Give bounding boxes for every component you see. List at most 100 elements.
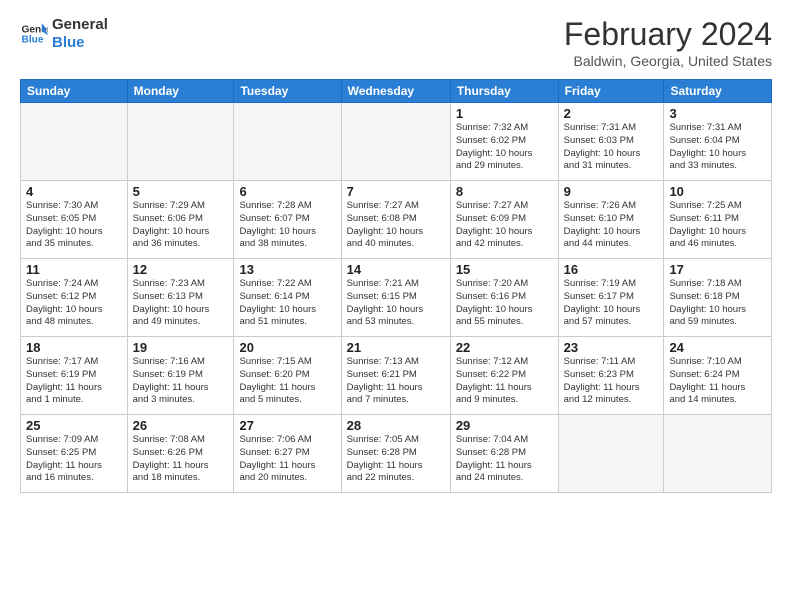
cell-1-6: 2Sunrise: 7:31 AMSunset: 6:03 PMDaylight… [558, 103, 664, 181]
cell-3-5: 15Sunrise: 7:20 AMSunset: 6:16 PMDayligh… [450, 259, 558, 337]
day-info-22: Sunrise: 7:12 AMSunset: 6:22 PMDaylight:… [456, 356, 553, 407]
title-block: February 2024 Baldwin, Georgia, United S… [564, 16, 772, 69]
day-number-23: 23 [564, 340, 659, 355]
day-info-21: Sunrise: 7:13 AMSunset: 6:21 PMDaylight:… [347, 356, 445, 407]
day-number-9: 9 [564, 184, 659, 199]
cell-4-2: 19Sunrise: 7:16 AMSunset: 6:19 PMDayligh… [127, 337, 234, 415]
cell-4-5: 22Sunrise: 7:12 AMSunset: 6:22 PMDayligh… [450, 337, 558, 415]
day-number-26: 26 [133, 418, 229, 433]
cell-5-7 [664, 415, 772, 493]
header-saturday: Saturday [664, 80, 772, 103]
day-info-18: Sunrise: 7:17 AMSunset: 6:19 PMDaylight:… [26, 356, 122, 407]
cell-3-6: 16Sunrise: 7:19 AMSunset: 6:17 PMDayligh… [558, 259, 664, 337]
day-number-2: 2 [564, 106, 659, 121]
location: Baldwin, Georgia, United States [564, 53, 772, 69]
header-thursday: Thursday [450, 80, 558, 103]
day-number-12: 12 [133, 262, 229, 277]
calendar-header-row: Sunday Monday Tuesday Wednesday Thursday… [21, 80, 772, 103]
week-row-4: 18Sunrise: 7:17 AMSunset: 6:19 PMDayligh… [21, 337, 772, 415]
day-info-28: Sunrise: 7:05 AMSunset: 6:28 PMDaylight:… [347, 434, 445, 485]
cell-1-1 [21, 103, 128, 181]
week-row-2: 4Sunrise: 7:30 AMSunset: 6:05 PMDaylight… [21, 181, 772, 259]
cell-3-4: 14Sunrise: 7:21 AMSunset: 6:15 PMDayligh… [341, 259, 450, 337]
cell-1-5: 1Sunrise: 7:32 AMSunset: 6:02 PMDaylight… [450, 103, 558, 181]
header-monday: Monday [127, 80, 234, 103]
cell-2-4: 7Sunrise: 7:27 AMSunset: 6:08 PMDaylight… [341, 181, 450, 259]
day-number-16: 16 [564, 262, 659, 277]
day-info-16: Sunrise: 7:19 AMSunset: 6:17 PMDaylight:… [564, 278, 659, 329]
day-info-26: Sunrise: 7:08 AMSunset: 6:26 PMDaylight:… [133, 434, 229, 485]
header-friday: Friday [558, 80, 664, 103]
day-number-29: 29 [456, 418, 553, 433]
page-header: General Blue General Blue February 2024 … [20, 16, 772, 69]
cell-2-5: 8Sunrise: 7:27 AMSunset: 6:09 PMDaylight… [450, 181, 558, 259]
day-info-29: Sunrise: 7:04 AMSunset: 6:28 PMDaylight:… [456, 434, 553, 485]
cell-4-4: 21Sunrise: 7:13 AMSunset: 6:21 PMDayligh… [341, 337, 450, 415]
day-info-9: Sunrise: 7:26 AMSunset: 6:10 PMDaylight:… [564, 200, 659, 251]
week-row-3: 11Sunrise: 7:24 AMSunset: 6:12 PMDayligh… [21, 259, 772, 337]
cell-5-2: 26Sunrise: 7:08 AMSunset: 6:26 PMDayligh… [127, 415, 234, 493]
day-number-15: 15 [456, 262, 553, 277]
day-number-6: 6 [239, 184, 335, 199]
day-number-25: 25 [26, 418, 122, 433]
day-number-24: 24 [669, 340, 766, 355]
week-row-1: 1Sunrise: 7:32 AMSunset: 6:02 PMDaylight… [21, 103, 772, 181]
cell-5-1: 25Sunrise: 7:09 AMSunset: 6:25 PMDayligh… [21, 415, 128, 493]
day-info-1: Sunrise: 7:32 AMSunset: 6:02 PMDaylight:… [456, 122, 553, 173]
day-info-2: Sunrise: 7:31 AMSunset: 6:03 PMDaylight:… [564, 122, 659, 173]
svg-text:Blue: Blue [22, 35, 44, 46]
day-number-8: 8 [456, 184, 553, 199]
cell-3-2: 12Sunrise: 7:23 AMSunset: 6:13 PMDayligh… [127, 259, 234, 337]
week-row-5: 25Sunrise: 7:09 AMSunset: 6:25 PMDayligh… [21, 415, 772, 493]
cell-5-5: 29Sunrise: 7:04 AMSunset: 6:28 PMDayligh… [450, 415, 558, 493]
day-number-21: 21 [347, 340, 445, 355]
day-number-20: 20 [239, 340, 335, 355]
cell-2-3: 6Sunrise: 7:28 AMSunset: 6:07 PMDaylight… [234, 181, 341, 259]
logo-line2: Blue [52, 34, 108, 52]
day-info-11: Sunrise: 7:24 AMSunset: 6:12 PMDaylight:… [26, 278, 122, 329]
day-number-22: 22 [456, 340, 553, 355]
header-wednesday: Wednesday [341, 80, 450, 103]
day-info-13: Sunrise: 7:22 AMSunset: 6:14 PMDaylight:… [239, 278, 335, 329]
day-info-10: Sunrise: 7:25 AMSunset: 6:11 PMDaylight:… [669, 200, 766, 251]
cell-2-6: 9Sunrise: 7:26 AMSunset: 6:10 PMDaylight… [558, 181, 664, 259]
cell-4-7: 24Sunrise: 7:10 AMSunset: 6:24 PMDayligh… [664, 337, 772, 415]
day-info-8: Sunrise: 7:27 AMSunset: 6:09 PMDaylight:… [456, 200, 553, 251]
logo-icon: General Blue [20, 20, 48, 48]
day-info-19: Sunrise: 7:16 AMSunset: 6:19 PMDaylight:… [133, 356, 229, 407]
cell-5-6 [558, 415, 664, 493]
day-number-4: 4 [26, 184, 122, 199]
day-info-12: Sunrise: 7:23 AMSunset: 6:13 PMDaylight:… [133, 278, 229, 329]
day-info-14: Sunrise: 7:21 AMSunset: 6:15 PMDaylight:… [347, 278, 445, 329]
day-info-17: Sunrise: 7:18 AMSunset: 6:18 PMDaylight:… [669, 278, 766, 329]
day-number-11: 11 [26, 262, 122, 277]
day-number-10: 10 [669, 184, 766, 199]
day-number-28: 28 [347, 418, 445, 433]
cell-2-1: 4Sunrise: 7:30 AMSunset: 6:05 PMDaylight… [21, 181, 128, 259]
day-number-13: 13 [239, 262, 335, 277]
cell-4-3: 20Sunrise: 7:15 AMSunset: 6:20 PMDayligh… [234, 337, 341, 415]
day-number-19: 19 [133, 340, 229, 355]
day-info-3: Sunrise: 7:31 AMSunset: 6:04 PMDaylight:… [669, 122, 766, 173]
cell-1-4 [341, 103, 450, 181]
month-title: February 2024 [564, 16, 772, 53]
cell-3-7: 17Sunrise: 7:18 AMSunset: 6:18 PMDayligh… [664, 259, 772, 337]
day-info-24: Sunrise: 7:10 AMSunset: 6:24 PMDaylight:… [669, 356, 766, 407]
day-number-27: 27 [239, 418, 335, 433]
day-info-6: Sunrise: 7:28 AMSunset: 6:07 PMDaylight:… [239, 200, 335, 251]
calendar: Sunday Monday Tuesday Wednesday Thursday… [20, 79, 772, 493]
day-info-7: Sunrise: 7:27 AMSunset: 6:08 PMDaylight:… [347, 200, 445, 251]
day-number-14: 14 [347, 262, 445, 277]
logo-line1: General [52, 16, 108, 34]
cell-1-2 [127, 103, 234, 181]
day-info-4: Sunrise: 7:30 AMSunset: 6:05 PMDaylight:… [26, 200, 122, 251]
cell-2-7: 10Sunrise: 7:25 AMSunset: 6:11 PMDayligh… [664, 181, 772, 259]
day-number-5: 5 [133, 184, 229, 199]
day-number-1: 1 [456, 106, 553, 121]
cell-1-7: 3Sunrise: 7:31 AMSunset: 6:04 PMDaylight… [664, 103, 772, 181]
day-info-20: Sunrise: 7:15 AMSunset: 6:20 PMDaylight:… [239, 356, 335, 407]
day-number-7: 7 [347, 184, 445, 199]
day-number-18: 18 [26, 340, 122, 355]
header-tuesday: Tuesday [234, 80, 341, 103]
header-sunday: Sunday [21, 80, 128, 103]
